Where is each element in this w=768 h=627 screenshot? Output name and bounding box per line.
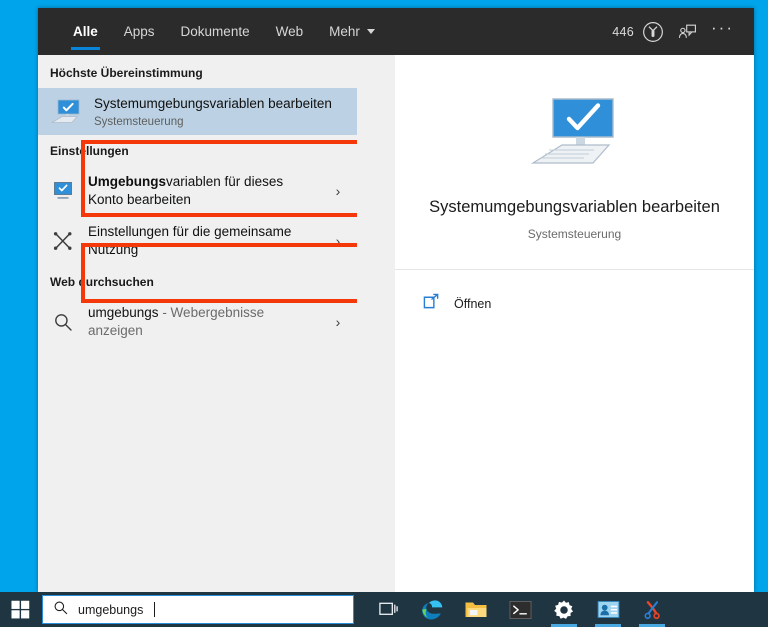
control-panel-monitor-icon xyxy=(415,95,734,171)
result-item-web-search[interactable]: umgebungs - Webergebnisse anzeigen › xyxy=(38,297,357,347)
result-item-title: umgebungs - Webergebnisse anzeigen xyxy=(88,305,264,338)
chevron-down-icon xyxy=(366,29,375,34)
rewards-count: 446 xyxy=(612,24,635,39)
result-item-text: umgebungs - Webergebnisse anzeigen xyxy=(88,304,315,340)
taskbar-icons xyxy=(366,592,674,627)
tab-apps-label: Apps xyxy=(123,24,155,39)
preview-hero: Systemumgebungsvariablen bearbeiten Syst… xyxy=(395,55,754,271)
result-item-text: Einstellungen für die gemeinsame Nutzung xyxy=(88,223,315,259)
tab-apps[interactable]: Apps xyxy=(111,8,168,55)
preview-title: Systemumgebungsvariablen bearbeiten xyxy=(429,198,720,216)
contact-card-app-icon[interactable] xyxy=(586,592,630,627)
tab-alle-label: Alle xyxy=(73,24,98,39)
tab-web-label: Web xyxy=(275,24,304,39)
tab-mehr-label: Mehr xyxy=(329,24,360,39)
task-view-icon[interactable] xyxy=(366,592,410,627)
search-header: Alle Apps Dokumente Web Mehr 446 ··· xyxy=(38,8,754,55)
taskbar-search-value: umgebungs xyxy=(78,602,144,617)
share-nodes-icon xyxy=(50,231,76,251)
search-tab-strip: Alle Apps Dokumente Web Mehr xyxy=(60,8,388,55)
ellipsis-icon[interactable]: ··· xyxy=(711,19,734,40)
tab-dokumente[interactable]: Dokumente xyxy=(168,8,263,55)
results-list: Höchste Übereinstimmung Systemumgebungsv… xyxy=(38,55,357,592)
settings-monitor-icon xyxy=(50,181,76,201)
tab-alle[interactable]: Alle xyxy=(60,8,111,55)
tab-mehr[interactable]: Mehr xyxy=(316,8,388,55)
control-panel-monitor-icon xyxy=(50,98,82,126)
settings-gear-icon[interactable] xyxy=(542,592,586,627)
windows-search-flyout: Alle Apps Dokumente Web Mehr 446 ··· Höc… xyxy=(38,8,754,592)
column-divider xyxy=(357,55,395,592)
chevron-right-icon[interactable]: › xyxy=(327,314,349,330)
taskbar-search-input[interactable]: umgebungs xyxy=(42,595,354,624)
result-item-systemumgebungsvariablen[interactable]: Systemumgebungsvariablen bearbeiten Syst… xyxy=(38,88,357,135)
result-item-gemeinsame-nutzung[interactable]: Einstellungen für die gemeinsame Nutzung… xyxy=(38,216,357,266)
rewards-medal-icon[interactable] xyxy=(642,21,664,43)
text-cursor xyxy=(154,602,156,617)
rewards-group[interactable]: 446 xyxy=(612,21,664,43)
search-body: Höchste Übereinstimmung Systemumgebungsv… xyxy=(38,55,754,592)
action-oeffnen-label: Öffnen xyxy=(454,297,492,312)
microsoft-edge-icon[interactable] xyxy=(410,592,454,627)
tab-dokumente-label: Dokumente xyxy=(180,24,250,39)
search-magnifier-icon xyxy=(53,600,68,620)
result-item-title: Umgebungsvariablen für dieses Konto bear… xyxy=(88,174,283,207)
terminal-icon[interactable] xyxy=(498,592,542,627)
result-item-text: Umgebungsvariablen für dieses Konto bear… xyxy=(88,173,315,209)
chevron-right-icon[interactable]: › xyxy=(327,183,349,199)
result-item-subtitle: Systemsteuerung xyxy=(94,116,184,128)
chevron-right-icon[interactable]: › xyxy=(327,233,349,249)
feedback-person-icon[interactable] xyxy=(678,22,697,41)
group-heading-einstellungen: Einstellungen xyxy=(50,144,129,158)
group-heading-web-durchsuchen: Web durchsuchen xyxy=(50,275,154,289)
result-item-umgebungsvariablen-konto[interactable]: Umgebungsvariablen für dieses Konto bear… xyxy=(38,166,357,216)
result-item-title-match: Umgebungs xyxy=(88,174,167,189)
open-external-icon xyxy=(423,293,440,315)
result-item-text: Systemumgebungsvariablen bearbeiten Syst… xyxy=(94,95,349,128)
header-right-group: 446 ··· xyxy=(612,19,754,43)
windows-logo-icon[interactable] xyxy=(0,592,40,627)
file-explorer-icon[interactable] xyxy=(454,592,498,627)
result-item-title: Einstellungen für die gemeinsame Nutzung xyxy=(88,224,292,257)
snipping-tool-icon[interactable] xyxy=(630,592,674,627)
tab-web[interactable]: Web xyxy=(263,8,317,55)
action-oeffnen[interactable]: Öffnen xyxy=(423,286,754,322)
result-item-query: umgebungs xyxy=(88,305,159,320)
preview-subtitle: Systemsteuerung xyxy=(527,227,622,242)
taskbar: umgebungs xyxy=(0,592,768,627)
group-heading-best-match: Höchste Übereinstimmung xyxy=(50,66,203,80)
preview-pane: Systemumgebungsvariablen bearbeiten Syst… xyxy=(395,55,754,592)
search-magnifier-icon xyxy=(50,312,76,332)
preview-actions: Öffnen xyxy=(395,270,754,322)
result-item-title: Systemumgebungsvariablen bearbeiten xyxy=(94,96,332,111)
